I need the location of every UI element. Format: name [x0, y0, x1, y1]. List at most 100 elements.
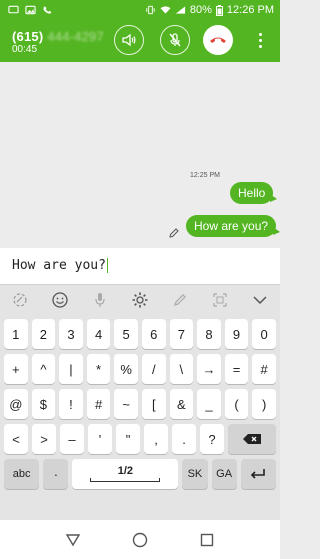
key[interactable]: – [60, 424, 84, 454]
key[interactable]: 4 [86, 319, 111, 349]
end-call-button[interactable] [203, 25, 233, 55]
message-bubble[interactable]: Hello [230, 182, 278, 204]
key[interactable]: 5 [114, 319, 138, 349]
key[interactable]: → [197, 354, 221, 384]
key[interactable]: = [224, 354, 249, 384]
caller-number: (615) 444-4297 [12, 29, 104, 44]
crop-icon [213, 293, 227, 307]
key[interactable]: # [252, 354, 276, 384]
speaker-icon [122, 33, 136, 47]
key[interactable]: ) [252, 389, 276, 419]
key[interactable]: + [4, 354, 28, 384]
key[interactable]: , [144, 424, 168, 454]
signal-icon [175, 6, 185, 14]
key[interactable]: 2 [31, 319, 56, 349]
mute-microphone-icon [169, 33, 181, 47]
key[interactable]: / [141, 354, 166, 384]
gear-icon [132, 292, 148, 308]
emoji-icon [52, 292, 68, 308]
recent-apps-button[interactable] [196, 529, 218, 551]
call-notification-icon [43, 6, 52, 14]
caller-number-rest: 444-4297 [47, 29, 104, 44]
hang-up-icon [210, 37, 226, 43]
microphone-icon [95, 293, 105, 307]
keyboard: 1 2 3 4 5 6 7 8 9 0 + ^ | * % / \ → = # … [0, 284, 280, 520]
handwriting-button[interactable] [10, 290, 30, 310]
keyboard-row-symbols-1: + ^ | * % / \ → = # [4, 354, 276, 384]
recent-apps-icon [200, 533, 213, 546]
hide-keyboard-button[interactable] [250, 290, 270, 310]
sk-key[interactable]: SK [182, 459, 208, 489]
key[interactable]: " [116, 424, 140, 454]
key[interactable]: [ [141, 389, 166, 419]
key[interactable]: ' [88, 424, 112, 454]
key[interactable]: 0 [252, 319, 276, 349]
call-duration: 00:45 [12, 44, 38, 55]
abc-mode-key[interactable]: abc [4, 459, 40, 489]
handwriting-icon [13, 293, 27, 307]
back-button[interactable] [62, 529, 84, 551]
key[interactable]: . [172, 424, 196, 454]
message-input[interactable]: How are you? [0, 248, 280, 284]
key[interactable]: < [4, 424, 28, 454]
battery-icon [215, 4, 223, 16]
more-options-icon-dot [258, 32, 262, 36]
key[interactable]: ( [224, 389, 249, 419]
keyboard-row-symbols-2: @ $ ! # ~ [ & _ ( ) [4, 389, 276, 419]
keyboard-row-numbers: 1 2 3 4 5 6 7 8 9 0 [4, 319, 276, 349]
enter-icon [251, 469, 266, 479]
key[interactable]: ~ [114, 389, 138, 419]
key[interactable]: _ [197, 389, 221, 419]
key[interactable]: 6 [141, 319, 166, 349]
keyboard-toolbar [0, 285, 280, 315]
message-input-value: How are you? [12, 258, 106, 273]
mute-button[interactable] [160, 25, 190, 55]
backspace-icon [243, 434, 261, 444]
backspace-key[interactable] [228, 424, 276, 454]
more-options-button[interactable] [250, 26, 270, 54]
vibrate-icon [146, 5, 155, 15]
edit-pencil-icon[interactable] [168, 227, 180, 239]
key[interactable]: ! [59, 389, 83, 419]
key[interactable]: 8 [197, 319, 221, 349]
symbol-page-indicator: 1/2 [117, 465, 134, 477]
key[interactable]: % [114, 354, 138, 384]
key[interactable]: 7 [169, 319, 194, 349]
message-bubble[interactable]: How are you? [186, 215, 281, 237]
call-header: (615) 444-4297 00:45 [0, 20, 280, 62]
space-key[interactable]: 1/2 [72, 459, 179, 489]
caller-area-code: (615) [12, 29, 44, 44]
ga-key[interactable]: GA [211, 459, 237, 489]
pen-icon [174, 294, 186, 306]
more-options-icon-dot [258, 44, 262, 48]
key[interactable]: # [86, 389, 111, 419]
sk-key-label: SK [187, 468, 203, 480]
voice-input-button[interactable] [90, 290, 110, 310]
text-edit-button[interactable] [170, 290, 190, 310]
speaker-button[interactable] [114, 25, 144, 55]
message-input-text: How are you? [12, 258, 109, 273]
key[interactable]: 9 [224, 319, 249, 349]
home-button[interactable] [129, 529, 151, 551]
status-bar: 80% 12:26 PM [0, 0, 280, 20]
key[interactable]: 1 [4, 319, 28, 349]
chat-notification-icon [8, 5, 19, 14]
navigation-bar [0, 520, 280, 559]
punctuation-key[interactable]: · [43, 459, 69, 489]
key[interactable]: ^ [31, 354, 56, 384]
key[interactable]: \ [169, 354, 194, 384]
emoji-button[interactable] [50, 290, 70, 310]
key[interactable]: 3 [59, 319, 83, 349]
screen-capture-button[interactable] [210, 290, 230, 310]
key[interactable]: > [32, 424, 56, 454]
conversation-area: 12:25 PM Hello How are you? [0, 62, 281, 248]
keyboard-settings-button[interactable] [130, 290, 150, 310]
enter-key[interactable] [240, 459, 277, 489]
key[interactable]: & [169, 389, 194, 419]
key[interactable]: * [86, 354, 111, 384]
space-bar-icon [90, 478, 161, 482]
key[interactable]: $ [31, 389, 56, 419]
key[interactable]: | [59, 354, 83, 384]
key[interactable]: @ [4, 389, 28, 419]
key[interactable]: ? [200, 424, 224, 454]
